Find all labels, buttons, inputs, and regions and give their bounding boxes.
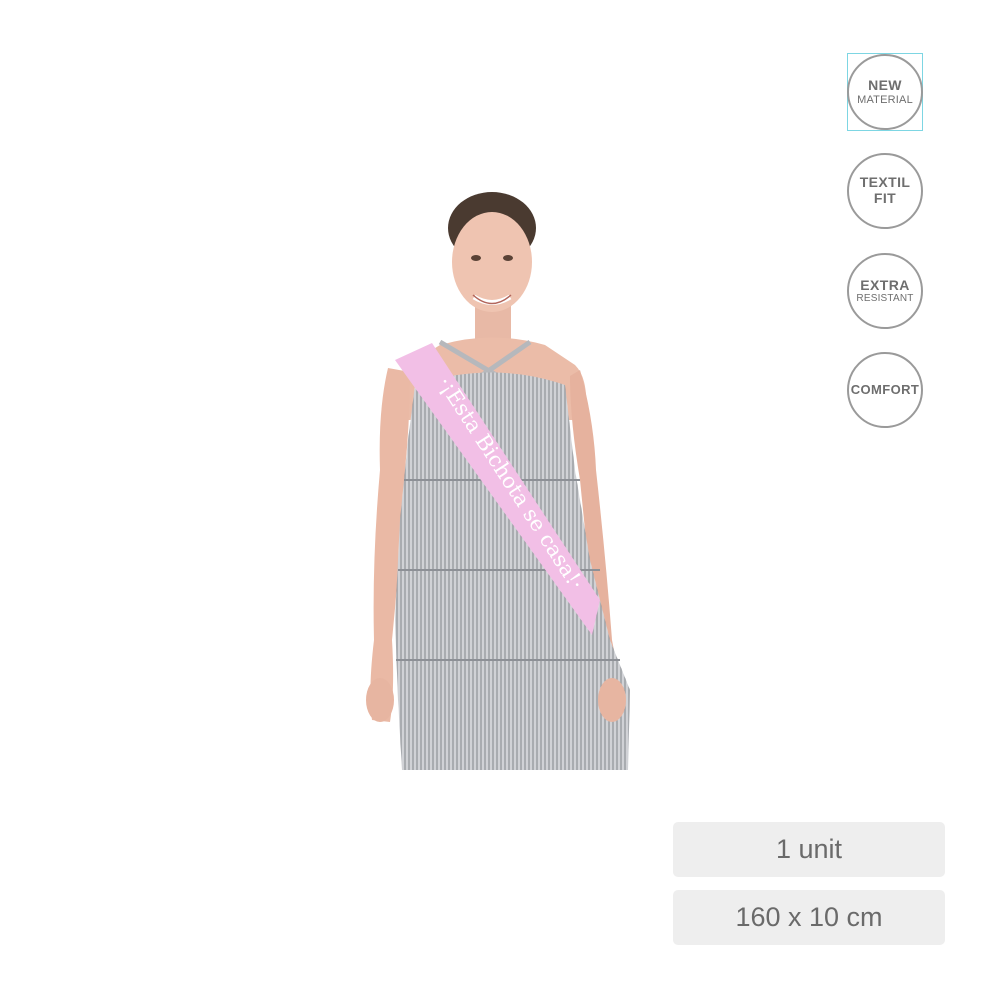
badge-line1: TEXTIL: [859, 174, 911, 191]
product-photo: ·¡Esta Bichota se casa!·: [366, 192, 630, 770]
badge-line1: EXTRA: [860, 276, 910, 293]
size-box: 160 x 10 cm: [673, 890, 945, 945]
badge-line1: COMFORT: [850, 381, 920, 397]
badge-line2: FIT: [873, 190, 897, 206]
badge-line2: MATERIAL: [857, 93, 913, 106]
badge-line1: NEW: [868, 77, 902, 93]
size-label: 160 x 10 cm: [735, 902, 883, 932]
face: [452, 212, 532, 312]
badge-comfort: COMFORT: [847, 352, 923, 428]
badge-textil-fit: TEXTIL FIT: [847, 153, 923, 229]
badge-extra-resistant: EXTRA RESISTANT: [847, 253, 923, 329]
badge-line2: RESISTANT: [856, 293, 914, 305]
badge-new-material: NEW MATERIAL: [847, 54, 923, 130]
units-label: 1 unit: [775, 834, 843, 864]
units-box: 1 unit: [673, 822, 945, 877]
